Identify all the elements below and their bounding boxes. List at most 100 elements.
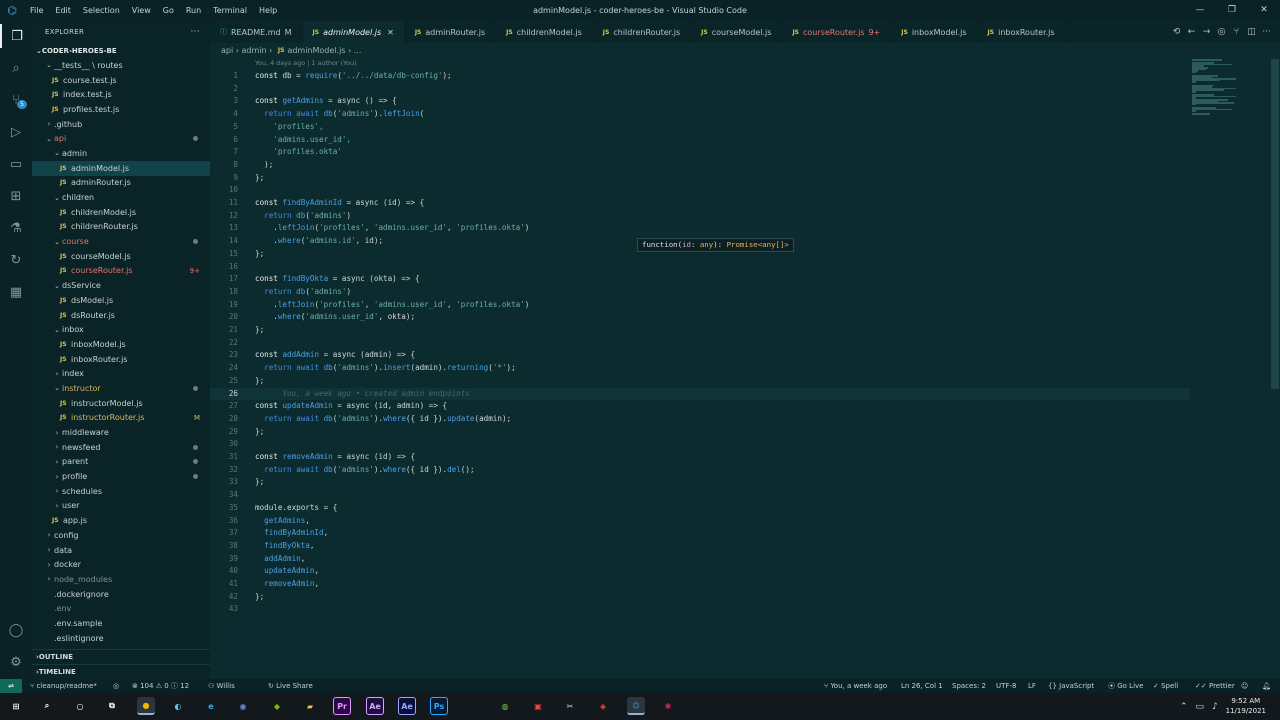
indentation[interactable]: Spaces: 2 (952, 679, 986, 693)
after-effects-2-icon[interactable]: Ae (398, 697, 416, 715)
timeline-section[interactable]: › TIMELINE (32, 664, 210, 679)
code-editor[interactable]: You, 4 days ago | 1 author (You) 1 const … (210, 57, 1270, 679)
tab-inboxrouter-js[interactable]: JS inboxRouter.js (978, 21, 1066, 43)
taskbar-clock[interactable]: 9:52 AM 11/19/2021 (1226, 696, 1266, 716)
restore-icon[interactable]: ❐ (1216, 0, 1248, 21)
tree-item[interactable]: JS childrenModel.js (32, 205, 210, 220)
after-effects-icon[interactable]: Ae (366, 697, 384, 715)
tree-item[interactable]: › .github (32, 117, 210, 132)
tab-coursemodel-js[interactable]: JS courseModel.js (691, 21, 783, 43)
tree-item[interactable]: JS courseModel.js (32, 249, 210, 264)
menu-edit[interactable]: Edit (49, 0, 77, 21)
file-explorer-icon[interactable]: ▰ (301, 697, 319, 715)
toggle-blame-icon[interactable]: ⑂ (1229, 27, 1244, 37)
tree-item[interactable]: › docker (32, 557, 210, 572)
menu-help[interactable]: Help (253, 0, 283, 21)
game-icon[interactable]: ▣ (529, 697, 547, 715)
outline-section[interactable]: › OUTLINE (32, 649, 210, 664)
close-window-icon[interactable]: ✕ (1248, 0, 1280, 21)
cursor-position[interactable]: Ln 26, Col 1 (901, 679, 943, 693)
volume-icon[interactable]: ♪ (1212, 702, 1218, 712)
extensions-icon[interactable]: ⊞ (0, 184, 32, 208)
go-forward-icon[interactable]: → (1199, 27, 1214, 37)
tree-item[interactable]: .dockerignore (32, 587, 210, 602)
tree-item[interactable]: › newsfeed (32, 440, 210, 455)
go-live-button[interactable]: ⦿ Go Live (1108, 679, 1143, 693)
language-mode[interactable]: {} JavaScript (1048, 679, 1094, 693)
live-share-status[interactable]: ↻ Live Share (268, 679, 313, 693)
tree-item[interactable]: JS dsModel.js (32, 293, 210, 308)
eol[interactable]: LF (1028, 679, 1036, 693)
tab-adminrouter-js[interactable]: JS adminRouter.js (405, 21, 497, 43)
feedback-icon[interactable]: ☺ (1241, 679, 1248, 693)
tree-item[interactable]: ⌄ inbox (32, 322, 210, 337)
branch-status[interactable]: ⑂ cleanup/readme* (30, 679, 97, 693)
encoding[interactable]: UTF-8 (996, 679, 1016, 693)
tree-item[interactable]: JS course.test.js (32, 73, 210, 88)
blame-status[interactable]: ⑂ You, a week ago (824, 679, 887, 693)
tray-chevron-icon[interactable]: ⌃ (1180, 702, 1188, 712)
remote-explorer-icon[interactable]: ▭ (0, 152, 32, 176)
network-icon[interactable]: ▭ (1196, 702, 1205, 712)
testing-icon[interactable]: ⚗ (0, 216, 32, 240)
cortana-icon[interactable]: ○ (71, 697, 89, 715)
tree-item[interactable]: JS instructorModel.js (32, 396, 210, 411)
tree-item[interactable]: ⌄ course (32, 234, 210, 249)
tree-item[interactable]: JS childrenRouter.js (32, 220, 210, 235)
search-icon[interactable]: ⌕ (38, 697, 56, 715)
tab-inboxmodel-js[interactable]: JS inboxModel.js (891, 21, 978, 43)
sync-icon[interactable]: ◎ (113, 679, 119, 693)
snip-icon[interactable]: ✂ (561, 697, 579, 715)
tab-courserouter-js[interactable]: JS courseRouter.js 9+ (782, 21, 892, 43)
slack-icon[interactable]: ✱ (659, 697, 677, 715)
go-back-icon[interactable]: ← (1184, 27, 1199, 37)
tree-item[interactable]: JS instructorRouter.js M (32, 411, 210, 426)
premiere-icon[interactable]: Pr (333, 697, 351, 715)
minimap[interactable] (1192, 57, 1270, 137)
tree-item[interactable]: JS courseRouter.js 9+ (32, 264, 210, 279)
split-editor-icon[interactable]: ◫ (1244, 27, 1259, 37)
tree-item[interactable]: ⌄ __tests__ \ routes (32, 58, 210, 73)
tree-item[interactable]: JS app.js (32, 513, 210, 528)
breadcrumb-admin[interactable]: admin (242, 46, 267, 55)
tree-item[interactable]: › user (32, 499, 210, 514)
tree-item[interactable]: ⌄ admin (32, 146, 210, 161)
prettier-status[interactable]: ✓✓ Prettier (1195, 679, 1235, 693)
tree-item[interactable]: ⌄ instructor (32, 381, 210, 396)
tree-item[interactable]: .env (32, 601, 210, 616)
tree-item[interactable]: JS inboxRouter.js (32, 352, 210, 367)
close-tab-icon[interactable]: ✕ (387, 28, 394, 37)
tree-item[interactable]: › middleware (32, 425, 210, 440)
breadcrumb-api[interactable]: api (221, 46, 233, 55)
search-icon[interactable]: ⌕ (0, 56, 32, 80)
settings-gear-icon[interactable]: ⚙ (0, 650, 32, 674)
breadcrumb-file[interactable]: adminModel.js (287, 46, 345, 55)
project-root[interactable]: ⌄ CODER-HEROES-BE (32, 43, 210, 58)
scrollbar-thumb[interactable] (1271, 59, 1279, 389)
tree-item[interactable]: ⌄ children (32, 190, 210, 205)
problems-status[interactable]: ⊗ 104 ⚠ 0 ⓘ 12 (132, 679, 189, 693)
more-actions-icon[interactable]: ··· (191, 27, 200, 37)
tree-item[interactable]: JS adminRouter.js (32, 176, 210, 191)
tab-adminmodel-js[interactable]: JS adminModel.js ✕ (302, 21, 405, 43)
menu-view[interactable]: View (126, 0, 157, 21)
live-share-icon[interactable]: ↻ (0, 248, 32, 272)
menu-go[interactable]: Go (157, 0, 180, 21)
codelens-blame[interactable]: You, 4 days ago | 1 author (You) (255, 59, 357, 67)
tree-item[interactable]: JS profiles.test.js (32, 102, 210, 117)
vscode-icon[interactable]: ⌬ (627, 697, 645, 715)
tree-item[interactable]: › config (32, 528, 210, 543)
account-icon[interactable]: ◯ (0, 618, 32, 642)
tree-item[interactable]: ⌄ api (32, 131, 210, 146)
edge-icon[interactable]: e (202, 697, 220, 715)
menu-terminal[interactable]: Terminal (207, 0, 253, 21)
start-icon[interactable]: ⊞ (7, 697, 25, 715)
chrome-icon[interactable]: ● (137, 697, 155, 715)
remote-indicator-icon[interactable]: ⇌ (0, 679, 22, 693)
menu-run[interactable]: Run (180, 0, 207, 21)
tab-readme-md[interactable]: ⓘ README.md M (210, 21, 303, 43)
tree-item[interactable]: JS dsRouter.js (32, 308, 210, 323)
menu-selection[interactable]: Selection (77, 0, 126, 21)
tree-item[interactable]: .env.sample (32, 616, 210, 631)
steam-icon[interactable]: ◐ (169, 697, 187, 715)
